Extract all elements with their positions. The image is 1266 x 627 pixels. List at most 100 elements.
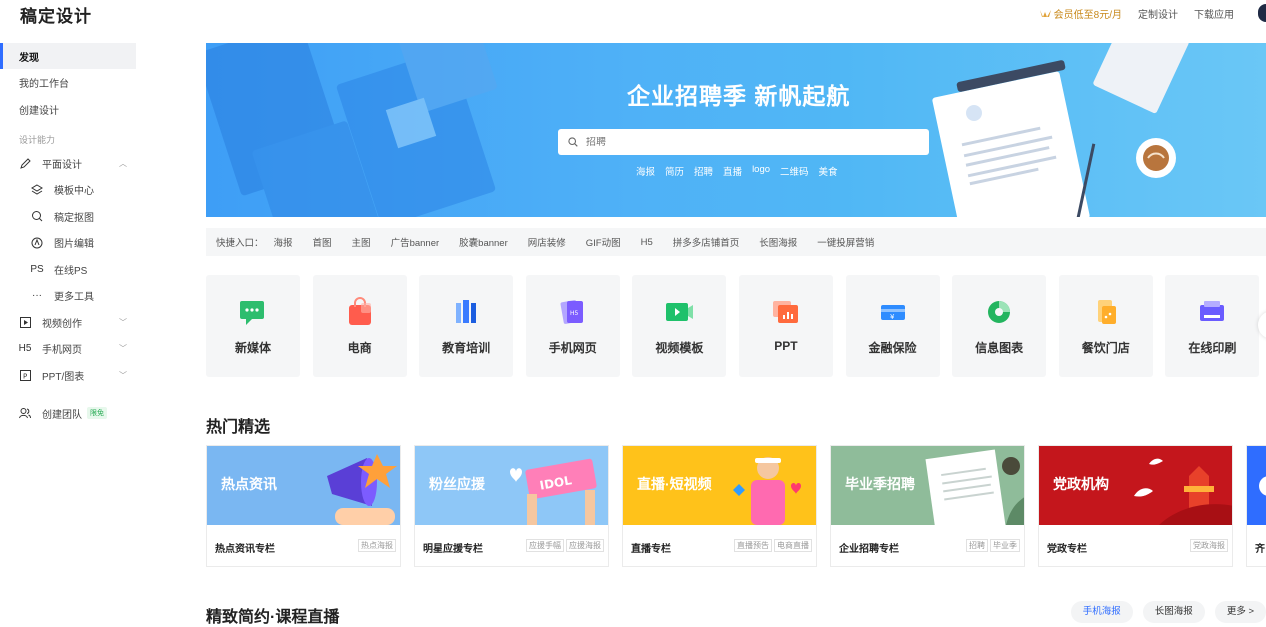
sidebar-item-video[interactable]: 视频创作 ﹀ — [0, 309, 136, 335]
filter-mobile-poster-button[interactable]: 手机海报 — [1070, 601, 1133, 623]
quick-entry-item[interactable]: 网店装修 — [528, 235, 566, 249]
quick-entry-bar: 快捷入口： 海报 首图 主图 广告banner 胶囊banner 网店装修 GI… — [206, 228, 1266, 256]
banner-tag[interactable]: 美食 — [819, 164, 838, 178]
banner-tag[interactable]: 二维码 — [780, 164, 809, 178]
sidebar-item-label: PPT/图表 — [42, 371, 85, 383]
avatar[interactable] — [1258, 4, 1266, 22]
custom-design-link[interactable]: 定制设计 — [1138, 6, 1178, 21]
sidebar-item-h5[interactable]: H5 手机网页 ﹀ — [0, 336, 136, 362]
sidebar-item-more-tools[interactable]: ··· 更多工具 — [0, 283, 136, 309]
banner-tag[interactable]: logo — [752, 164, 770, 178]
quick-entry-item[interactable]: 广告banner — [391, 235, 440, 249]
banner-title: 企业招聘季 新帆起航 — [627, 83, 851, 109]
category-card-finance[interactable]: ¥ 金融保险 — [845, 275, 940, 377]
banner-tag[interactable]: 招聘 — [694, 164, 713, 178]
banner-right-illustration — [932, 43, 1189, 217]
sidebar-item-templates[interactable]: 模板中心 — [0, 177, 136, 203]
svg-text:¥: ¥ — [890, 313, 895, 321]
hot-card-tag[interactable]: 直播预告 — [734, 539, 772, 552]
category-label: 视频模板 — [655, 341, 704, 355]
hot-card[interactable]: 齐 — [1246, 445, 1266, 567]
pie-chart-icon — [988, 301, 1011, 323]
category-label: 手机网页 — [548, 341, 597, 355]
sidebar-item-label: 创建团队 — [42, 409, 82, 421]
banner-tag[interactable]: 简历 — [665, 164, 684, 178]
hot-card-tags: 热点海报 — [356, 539, 396, 552]
hot-card-name: 明星应援专栏 — [423, 544, 483, 555]
sidebar-item-cutout[interactable]: 稿定抠图 — [0, 203, 136, 229]
video-play-icon — [666, 303, 694, 321]
hot-card[interactable]: 毕业季招聘 企业招聘专栏 招聘 毕业季 — [830, 445, 1025, 567]
category-card-restaurant[interactable]: 餐饮门店 — [1058, 275, 1153, 377]
resume-filter-buttons: 手机海报 长图海报 更多 > — [1061, 601, 1266, 623]
printer-icon — [1200, 301, 1225, 321]
category-card-video[interactable]: 视频模板 — [632, 275, 727, 377]
sidebar-item-label: 稿定抠图 — [54, 212, 94, 224]
category-card-infographic[interactable]: 信息图表 — [952, 275, 1047, 377]
vip-link[interactable]: 会员低至8元/月 — [1039, 6, 1122, 21]
quick-entry-item[interactable]: 主图 — [352, 235, 371, 249]
sidebar-item-label: 更多工具 — [54, 292, 94, 303]
banner-tag[interactable]: 海报 — [636, 164, 655, 178]
drink-cup-icon — [1097, 300, 1116, 324]
category-card-printing[interactable]: 在线印刷 — [1165, 275, 1260, 377]
banner-tag[interactable]: 直播 — [723, 164, 742, 178]
svg-text:P: P — [23, 372, 27, 380]
hot-card[interactable]: IDOL 粉丝应援 明星应援专栏 应援手幅 应援海报 — [414, 445, 609, 567]
hot-card[interactable]: 热点资讯 热点资讯专栏 热点海报 — [206, 445, 401, 567]
quick-entry-item[interactable]: 海报 — [274, 235, 293, 249]
chevron-down-icon: ﹀ — [119, 317, 127, 327]
quick-entry-item[interactable]: 拼多多店铺首页 — [673, 235, 740, 249]
quick-entry-item[interactable]: H5 — [641, 237, 653, 248]
cutout-icon — [31, 210, 43, 222]
search-input[interactable] — [586, 136, 906, 148]
sidebar: 发现 我的工作台 创建设计 设计能力 平面设计 ︿ 模板中心 稿定抠图 图片编辑… — [0, 43, 140, 427]
quick-entry-item[interactable]: 首图 — [313, 235, 332, 249]
hot-card-overlay: 直播·短视频 — [637, 476, 712, 492]
category-card-ecommerce[interactable]: 电商 — [312, 275, 407, 377]
vip-label: 会员低至8元/月 — [1053, 9, 1122, 21]
hot-card-tag[interactable]: 应援海报 — [566, 539, 604, 552]
sidebar-item-ppt[interactable]: P PPT/图表 ﹀ — [0, 362, 136, 388]
hot-card-tag[interactable]: 党政海报 — [1190, 539, 1228, 552]
hot-card-tag[interactable]: 应援手幅 — [526, 539, 564, 552]
hot-card-name: 齐 — [1255, 544, 1265, 555]
hot-card-tag[interactable]: 热点海报 — [358, 539, 396, 552]
hero-banner[interactable]: 企业招聘季 新帆起航 海报 简历 招聘 直播 logo 二维码 美食 — [206, 43, 1266, 217]
hot-card-overlay: 党政机构 — [1053, 476, 1109, 492]
sidebar-item-online-ps[interactable]: PS 在线PS — [0, 256, 136, 282]
banner-search-box[interactable] — [558, 129, 929, 155]
category-label: 信息图表 — [975, 341, 1024, 355]
sidebar-item-create[interactable]: 创建设计 — [0, 96, 136, 122]
chevron-down-icon: ﹀ — [119, 344, 127, 353]
quick-entry-item[interactable]: 一键投屏营销 — [817, 235, 874, 249]
books-icon — [456, 300, 477, 323]
logo[interactable]: 稿定设计 — [20, 2, 92, 27]
sidebar-item-graphic[interactable]: 平面设计 ︿ — [0, 150, 136, 176]
shopping-bag-icon — [348, 297, 371, 325]
quick-entry-item[interactable]: GIF动图 — [586, 235, 621, 249]
category-card-ppt[interactable]: PPT — [738, 275, 833, 377]
banner-hot-tags: 海报 简历 招聘 直播 logo 二维码 美食 — [636, 164, 848, 178]
hot-card-tag[interactable]: 招聘 — [966, 539, 988, 552]
category-card-mobile-web[interactable]: H5 手机网页 — [525, 275, 620, 377]
download-app-link[interactable]: 下载应用 — [1194, 6, 1234, 21]
category-card-education[interactable]: 教育培训 — [419, 275, 514, 377]
sidebar-item-create-team[interactable]: 创建团队 限免 — [0, 400, 136, 426]
hot-card[interactable]: 直播·短视频 直播专栏 直播预告 电商直播 — [622, 445, 817, 567]
quick-entry-item[interactable]: 胶囊banner — [459, 235, 508, 249]
quick-entry-item[interactable]: 长图海报 — [759, 235, 797, 249]
hot-card-tag[interactable]: 电商直播 — [774, 539, 812, 552]
quick-entry-label: 快捷入口： — [216, 238, 264, 249]
category-card-new-media[interactable]: 新媒体 — [206, 275, 300, 377]
category-label: PPT — [774, 339, 798, 353]
filter-long-poster-button[interactable]: 长图海报 — [1142, 601, 1205, 623]
more-button[interactable]: 更多 > — [1214, 601, 1266, 623]
sidebar-item-workspace[interactable]: 我的工作台 — [0, 70, 136, 96]
sidebar-item-label: 创建设计 — [19, 105, 59, 117]
sidebar-item-image-edit[interactable]: 图片编辑 — [0, 230, 136, 256]
sidebar-item-discover[interactable]: 发现 — [0, 43, 136, 69]
more-icon: ··· — [32, 290, 42, 301]
hot-card-tag[interactable]: 毕业季 — [990, 539, 1020, 552]
hot-card[interactable]: 党政机构 党政专栏 党政海报 — [1038, 445, 1233, 567]
